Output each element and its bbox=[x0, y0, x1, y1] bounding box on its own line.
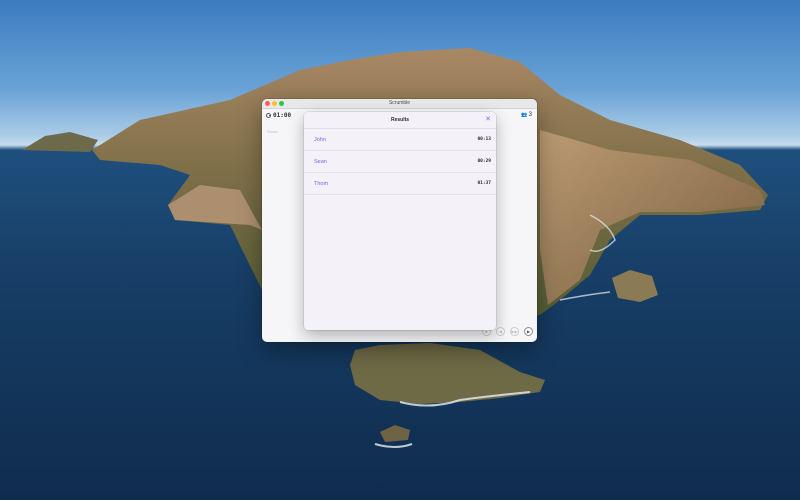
skip-icon: ▶▶ bbox=[511, 329, 518, 334]
title-bar[interactable]: Scrumble bbox=[262, 99, 537, 109]
participant-counter[interactable]: 👥 3 bbox=[521, 112, 532, 118]
result-time: 00:13 bbox=[477, 137, 491, 142]
result-name: John bbox=[314, 136, 326, 143]
results-sheet: Results ✕ John 00:13 Sean 00:29 Thom 01:… bbox=[304, 112, 496, 330]
result-row[interactable]: John 00:13 bbox=[304, 129, 496, 151]
play-button[interactable]: ▶ bbox=[524, 327, 533, 336]
skip-button[interactable]: ▶▶ bbox=[510, 327, 519, 336]
result-row[interactable]: Thom 01:37 bbox=[304, 173, 496, 195]
result-time: 00:29 bbox=[477, 159, 491, 164]
result-name: Sean bbox=[314, 158, 327, 165]
result-time: 01:37 bbox=[477, 181, 491, 186]
participant-count: 3 bbox=[528, 112, 532, 118]
clock-icon bbox=[266, 113, 271, 118]
result-name: Thom bbox=[314, 180, 329, 187]
rewind-button[interactable]: ◀ bbox=[496, 327, 505, 336]
timer-value: 01:00 bbox=[273, 112, 292, 119]
play-icon: ▶ bbox=[526, 329, 531, 334]
timer-display[interactable]: 01:00 bbox=[266, 112, 291, 119]
window-title: Scrumble bbox=[388, 100, 411, 106]
close-icon[interactable]: ✕ bbox=[485, 115, 491, 125]
rewind-icon: ◀ bbox=[498, 329, 503, 334]
results-header: Results ✕ bbox=[304, 112, 496, 129]
results-title: Results bbox=[390, 117, 410, 123]
sidebar-label: Shout bbox=[267, 129, 278, 134]
result-row[interactable]: Sean 00:29 bbox=[304, 151, 496, 173]
people-icon: 👥 bbox=[521, 112, 528, 118]
